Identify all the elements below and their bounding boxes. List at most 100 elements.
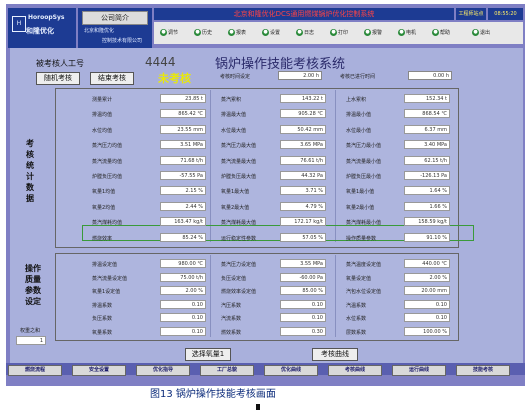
weight-field: 1: [16, 336, 46, 345]
stats-divider: [210, 90, 211, 242]
quality-side-label: 操作 质量 参数 设定: [25, 264, 41, 306]
stat-value: 85.24 %: [160, 232, 206, 242]
quality-value[interactable]: 0.10: [404, 299, 450, 309]
quality-value[interactable]: 0.10: [280, 313, 326, 323]
stat-value: 905.28 ℃: [280, 109, 326, 119]
company-intro-button[interactable]: 公司简介: [82, 11, 148, 25]
quality-value[interactable]: 0.10: [160, 313, 206, 323]
toolbar-item-8[interactable]: ● 帮助: [432, 26, 450, 39]
quality-value[interactable]: 980.00 ℃: [160, 259, 206, 268]
nav-skill-assessment[interactable]: 技能考核: [456, 365, 510, 376]
nav-assessment-curve[interactable]: 考核曲线: [328, 365, 382, 376]
main-panel: 被考核人工号 4444 锅炉操作技能考核系统 随机考核 结束考核 未考核 考核时…: [10, 48, 523, 364]
quality-label: 负压系数: [92, 316, 113, 323]
quality-value[interactable]: 440.00 ℃: [404, 259, 450, 268]
quality-label: 排温设定值: [92, 262, 118, 268]
stat-label: 蒸汽累积: [221, 97, 242, 103]
assess-time-field[interactable]: 2.00 h: [278, 71, 322, 80]
stat-label: 炉膛负压最大值: [221, 174, 257, 180]
quality-value[interactable]: 0.10: [280, 299, 326, 309]
toolbar-item-4[interactable]: ● 日志: [296, 26, 314, 39]
log-icon: ●: [296, 29, 303, 36]
quality-label: 燃效系数: [221, 330, 242, 336]
quality-value[interactable]: 85.00 %: [280, 286, 326, 296]
stat-value: 6.37 mm: [404, 124, 450, 134]
nav-optimization-curve[interactable]: 优化曲线: [264, 365, 318, 376]
stat-value: 57.05 %: [280, 232, 326, 242]
quality-label: 层数系数: [346, 330, 367, 336]
select-oxygen-button[interactable]: 选择氧量1: [185, 348, 231, 361]
stat-label: 氧量2均值: [92, 204, 116, 211]
stat-label: 排温均值: [92, 112, 113, 119]
toolbar-item-1[interactable]: ● 历史: [194, 26, 212, 39]
nav-optimization-guide[interactable]: 优化指导: [136, 365, 190, 376]
quality-value[interactable]: 2.00 %: [160, 286, 206, 296]
quality-value[interactable]: 100.00 %: [404, 327, 450, 336]
nav-combustion-flow[interactable]: 燃烧流程: [8, 365, 62, 376]
stat-value: 23.85 t: [160, 94, 206, 103]
stat-value: 1.64 %: [404, 186, 450, 196]
quality-value[interactable]: -60.00 Pa: [280, 272, 326, 282]
logo: H HoroopSys 和隆优化: [8, 8, 76, 48]
help-icon: ●: [432, 29, 439, 36]
quality-value[interactable]: 0.30: [280, 327, 326, 336]
toolbar-item-6[interactable]: ● 报警: [364, 26, 382, 39]
stat-label: 蒸汽煤耗最小值: [346, 220, 382, 227]
end-assess-button[interactable]: 结束考核: [90, 72, 134, 85]
stat-label: 蒸汽流量最大值: [221, 158, 257, 165]
stat-label: 炉膛负压均值: [92, 174, 123, 180]
stat-value: 4.79 %: [280, 201, 326, 211]
toolbar-item-3[interactable]: ● 设置: [262, 26, 280, 39]
history-icon: ●: [194, 29, 201, 36]
quality-value[interactable]: 2.00 %: [404, 272, 450, 282]
stat-value: 50.42 mm: [280, 124, 326, 134]
quality-label: 燃烧效率设定值: [221, 289, 257, 296]
assessment-curve-button[interactable]: 考核曲线: [312, 348, 358, 361]
quality-label: 蒸汽压力设定值: [221, 262, 257, 268]
stat-value: 71.68 t/h: [160, 155, 206, 165]
toolbar-item-7[interactable]: ● 电机: [398, 26, 416, 39]
stat-value: 152.34 t: [404, 94, 450, 103]
quality-label: 汽流系数: [221, 316, 242, 323]
examinee-id: 4444: [145, 55, 176, 69]
stat-value: 865.42 ℃: [160, 109, 206, 119]
adjust-icon: ●: [160, 29, 167, 36]
company-name-2: 控制技术有限公司: [102, 38, 143, 44]
quality-value[interactable]: 20.00 mm: [404, 286, 450, 296]
quality-value[interactable]: 0.10: [160, 299, 206, 309]
stat-value: 3.51 MPa: [160, 140, 206, 150]
quality-divider: [210, 255, 211, 337]
quality-label: 汽压系数: [221, 302, 242, 309]
company-block: 公司简介 北京和隆优化 控制技术有限公司: [78, 8, 152, 48]
quality-value[interactable]: 0.10: [404, 313, 450, 323]
stat-label: 蒸汽压力均值: [92, 143, 123, 150]
toolbar-item-0[interactable]: ● 调节: [160, 26, 178, 39]
logo-brand: HoroopSys: [28, 14, 65, 21]
station-label: 工程师站点: [456, 8, 486, 20]
stat-value: 3.71 %: [280, 186, 326, 196]
stat-label: 氧量2最大值: [221, 204, 250, 211]
report-icon: ●: [228, 29, 235, 36]
stats-divider: [335, 90, 336, 242]
page-title: 锅炉操作技能考核系统: [215, 57, 346, 72]
quality-value[interactable]: 3.55 MPa: [280, 259, 326, 268]
toolbar-item-5[interactable]: ● 打印: [330, 26, 348, 39]
stat-label: 蒸汽流量均值: [92, 158, 123, 165]
stat-value: 158.59 kg/t: [404, 217, 450, 227]
stat-label: 排温最小值: [346, 112, 372, 119]
alarm-icon: ●: [364, 29, 371, 36]
stat-value: 2.44 %: [160, 201, 206, 211]
toolbar-item-9[interactable]: ● 退出: [472, 26, 490, 39]
quality-value[interactable]: 75.00 t/h: [160, 272, 206, 282]
nav-run-curve[interactable]: 运行曲线: [392, 365, 446, 376]
nav-plant-overview[interactable]: 工厂总貌: [200, 365, 254, 376]
toolbar-item-2[interactable]: ● 报表: [228, 26, 246, 39]
stat-label: 氧量2最小值: [346, 204, 375, 211]
quality-value[interactable]: 0.10: [160, 327, 206, 336]
nav-safety-settings[interactable]: 安全设置: [72, 365, 126, 376]
random-assess-button[interactable]: 随机考核: [36, 72, 80, 85]
stat-label: 炉膛负压最小值: [346, 174, 382, 180]
stat-value: 172.17 kg/t: [280, 217, 326, 227]
quality-label: 氧量设定值: [346, 275, 372, 282]
stat-value: 2.15 %: [160, 186, 206, 196]
